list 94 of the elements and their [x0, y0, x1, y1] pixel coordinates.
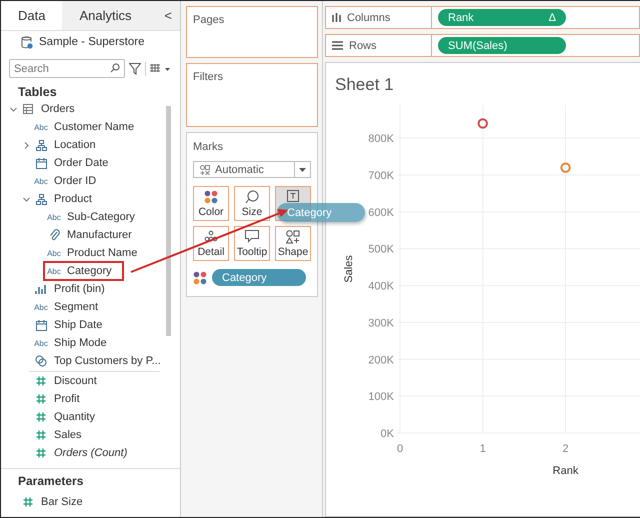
field-item[interactable]: Abc Category — [45, 263, 122, 279]
field-item[interactable]: Order Date — [32, 155, 112, 171]
delta-icon: Δ — [548, 12, 556, 24]
datasource-name[interactable]: Sample - Superstore — [39, 36, 144, 48]
hash-icon — [36, 376, 46, 386]
hierarchy-icon — [36, 140, 46, 150]
sheet-title: Sheet 1 — [334, 74, 395, 96]
hash-icon — [23, 497, 33, 507]
pane-tab[interactable]: Data — [1, 1, 62, 30]
mark-card-button[interactable]: Tooltip — [234, 226, 270, 261]
field-item[interactable]: Abc Segment — [32, 299, 102, 315]
field-item[interactable]: Bar Size — [19, 494, 86, 510]
shapes-icon — [286, 230, 300, 244]
y-tick-label: 0K — [380, 428, 394, 440]
y-tick-label: 700K — [368, 170, 394, 182]
collapse-button[interactable]: < — [156, 1, 180, 30]
text-type-icon: Abc — [47, 266, 61, 276]
field-item[interactable]: Discount — [32, 373, 100, 389]
text-type-icon: Abc — [34, 302, 48, 312]
x-tick-label: 1 — [480, 443, 486, 455]
field-item[interactable]: Ship Date — [32, 317, 106, 333]
search-field[interactable]: Search — [9, 59, 125, 78]
caret-icon — [299, 168, 306, 172]
filter-icon[interactable] — [129, 62, 141, 74]
columns-icon — [332, 13, 341, 22]
field-item[interactable]: Orders (Count) — [32, 445, 130, 461]
field-item[interactable]: Product — [32, 191, 95, 207]
filters-shelf[interactable]: Filters — [186, 63, 318, 127]
text-type-icon: Abc — [34, 176, 48, 186]
mark-card-button[interactable]: Color — [193, 186, 229, 221]
field-item[interactable]: Manufacturer — [45, 227, 135, 243]
mark-card-button[interactable]: Detail — [193, 226, 229, 261]
hierarchy-icon — [36, 194, 46, 204]
table-icon — [23, 104, 33, 114]
chevron-right-icon[interactable] — [22, 142, 30, 148]
field-item[interactable]: Orders — [19, 101, 78, 117]
pane-tab[interactable]: Analytics — [62, 1, 148, 30]
hash-icon — [36, 394, 46, 404]
marks-title: Marks — [193, 141, 224, 153]
y-tick-label: 300K — [368, 317, 394, 330]
dots-icon — [204, 230, 218, 242]
field-item[interactable]: Abc Customer Name — [32, 119, 138, 135]
hash-icon — [36, 412, 46, 422]
paperclip-icon — [48, 229, 60, 241]
rows-shelf-label: Rows — [326, 35, 432, 56]
section-heading: Tables — [17, 84, 58, 100]
view-list-icon[interactable] — [150, 64, 170, 74]
search-icon — [110, 63, 120, 73]
set-icon — [35, 355, 47, 367]
database-icon — [21, 36, 33, 48]
field-item[interactable]: Location — [32, 137, 99, 153]
hash-icon — [36, 448, 46, 458]
mark-type-dropdown[interactable]: Automatic — [193, 161, 311, 178]
y-tick-label: 400K — [368, 280, 394, 293]
text-type-icon: Abc — [34, 338, 48, 348]
x-tick-label: 2 — [562, 443, 569, 455]
rows-icon — [332, 41, 343, 50]
field-item[interactable]: Sales — [32, 427, 85, 443]
text-type-icon: Abc — [47, 212, 61, 222]
section-heading: Parameters — [17, 474, 84, 490]
field-item[interactable]: Profit — [32, 391, 83, 407]
columns-shelf-label: Columns — [326, 7, 432, 28]
chevron-down-icon[interactable] — [10, 106, 16, 112]
calendar-icon — [36, 158, 46, 168]
text-type-icon: Abc — [34, 122, 48, 132]
field-item[interactable]: Quantity — [32, 409, 98, 425]
y-tick-label: 800K — [368, 133, 394, 146]
y-tick-label: 200K — [368, 354, 394, 366]
field-item[interactable]: Profit (bin) — [32, 281, 108, 297]
field-item[interactable]: Abc Sub-Category — [45, 209, 138, 225]
y-tick-label: 500K — [368, 244, 394, 256]
text-type-icon: Abc — [47, 248, 61, 258]
field-item[interactable]: Abc Order ID — [32, 173, 100, 189]
text-icon — [287, 190, 299, 202]
speech-bubble-icon — [245, 230, 259, 243]
size-icon — [245, 190, 259, 204]
field-item[interactable]: Abc Ship Mode — [32, 335, 110, 351]
bar-chart-icon — [35, 284, 47, 294]
color-dots-icon — [204, 190, 218, 204]
x-axis-title: Rank — [552, 465, 578, 477]
calendar-icon — [36, 320, 46, 330]
field-item[interactable]: Abc Product Name — [45, 245, 140, 261]
hash-icon — [36, 430, 46, 440]
shapes-icon — [200, 164, 210, 174]
mark-card-button[interactable]: Size — [234, 186, 270, 221]
y-tick-label: 100K — [368, 391, 394, 404]
y-axis-title: Sales — [343, 255, 355, 283]
x-tick-label: 0 — [396, 443, 404, 455]
field-item[interactable]: Top Customers by P... — [32, 353, 164, 369]
y-tick-label: 600K — [368, 206, 394, 219]
chevron-down-icon[interactable] — [22, 196, 30, 202]
mark-card-button[interactable]: Shape — [275, 226, 311, 261]
color-dots-icon — [193, 270, 207, 284]
pages-shelf[interactable]: Pages — [186, 6, 318, 58]
